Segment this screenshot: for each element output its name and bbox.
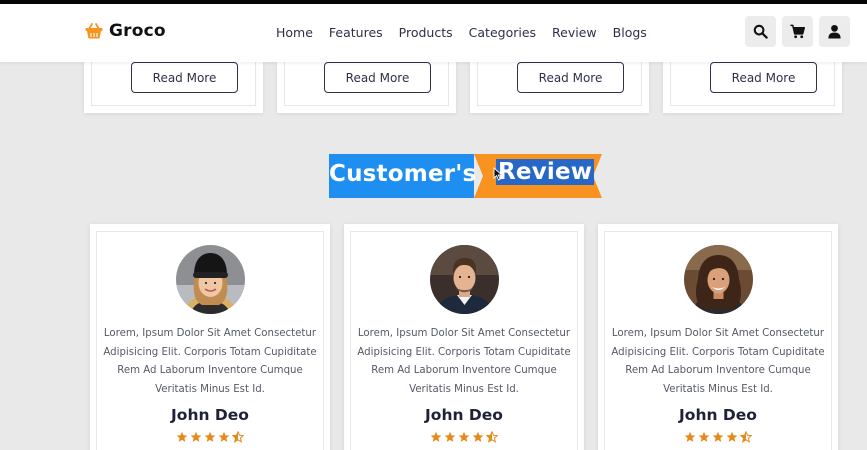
star-icon bbox=[726, 431, 738, 442]
star-icon bbox=[444, 431, 456, 442]
read-more-button[interactable]: Read More bbox=[324, 62, 431, 93]
star-icon bbox=[190, 431, 202, 442]
search-icon bbox=[753, 24, 768, 39]
star-icon bbox=[458, 431, 470, 442]
star-icon bbox=[472, 431, 484, 442]
avatar-woman-beanie bbox=[176, 245, 245, 314]
heading-word-customers: Customer's bbox=[329, 161, 477, 187]
rating-stars bbox=[430, 431, 498, 443]
account-button[interactable] bbox=[819, 16, 850, 47]
logo[interactable]: Groco bbox=[84, 21, 166, 41]
header-actions bbox=[745, 16, 850, 47]
read-more-button[interactable]: Read More bbox=[131, 62, 238, 93]
star-half-icon bbox=[740, 431, 752, 443]
site-header: Groco Home Features Products Categories … bbox=[0, 4, 867, 62]
review-text: Lorem, Ipsum Dolor Sit Amet Consectetur … bbox=[611, 328, 825, 395]
star-icon bbox=[684, 431, 696, 442]
avatar-man-suit bbox=[430, 245, 499, 314]
star-half-icon bbox=[486, 431, 498, 443]
star-icon bbox=[176, 431, 188, 442]
star-icon bbox=[204, 431, 216, 442]
star-icon bbox=[698, 431, 710, 442]
star-icon bbox=[712, 431, 724, 442]
review-text: Lorem, Ipsum Dolor Sit Amet Consectetur … bbox=[103, 328, 317, 395]
main-nav: Home Features Products Categories Review… bbox=[276, 25, 647, 40]
review-text: Lorem, Ipsum Dolor Sit Amet Consectetur … bbox=[357, 328, 571, 395]
user-icon bbox=[828, 24, 841, 39]
avatar bbox=[684, 245, 753, 314]
nav-blogs[interactable]: Blogs bbox=[613, 25, 647, 40]
avatar bbox=[176, 245, 245, 314]
section-heading: Customer's Review bbox=[329, 154, 602, 198]
nav-products[interactable]: Products bbox=[399, 25, 453, 40]
cart-button[interactable] bbox=[782, 16, 813, 47]
reviewer-name: John Deo bbox=[171, 406, 249, 424]
star-icon bbox=[430, 431, 442, 442]
heading-word-review-selected: Review bbox=[496, 159, 595, 185]
avatar bbox=[430, 245, 499, 314]
read-more-button[interactable]: Read More bbox=[710, 62, 817, 93]
nav-home[interactable]: Home bbox=[276, 25, 313, 40]
reviewer-name: John Deo bbox=[425, 406, 503, 424]
rating-stars bbox=[684, 431, 752, 443]
rating-stars bbox=[176, 431, 244, 443]
search-button[interactable] bbox=[745, 16, 776, 47]
reviews-row: Lorem, Ipsum Dolor Sit Amet Consectetur … bbox=[90, 224, 838, 450]
reviewer-name: John Deo bbox=[679, 406, 757, 424]
nav-categories[interactable]: Categories bbox=[469, 25, 536, 40]
read-more-button[interactable]: Read More bbox=[517, 62, 624, 93]
nav-review[interactable]: Review bbox=[552, 25, 597, 40]
avatar-woman-curly bbox=[684, 245, 753, 314]
cart-icon bbox=[790, 24, 805, 39]
review-card: Lorem, Ipsum Dolor Sit Amet Consectetur … bbox=[598, 224, 838, 450]
star-half-icon bbox=[232, 431, 244, 443]
logo-text: Groco bbox=[109, 21, 166, 41]
basket-icon bbox=[85, 23, 103, 39]
review-card: Lorem, Ipsum Dolor Sit Amet Consectetur … bbox=[344, 224, 584, 450]
nav-features[interactable]: Features bbox=[329, 25, 383, 40]
review-card: Lorem, Ipsum Dolor Sit Amet Consectetur … bbox=[90, 224, 330, 450]
star-icon bbox=[218, 431, 230, 442]
mouse-cursor-icon bbox=[493, 167, 504, 181]
